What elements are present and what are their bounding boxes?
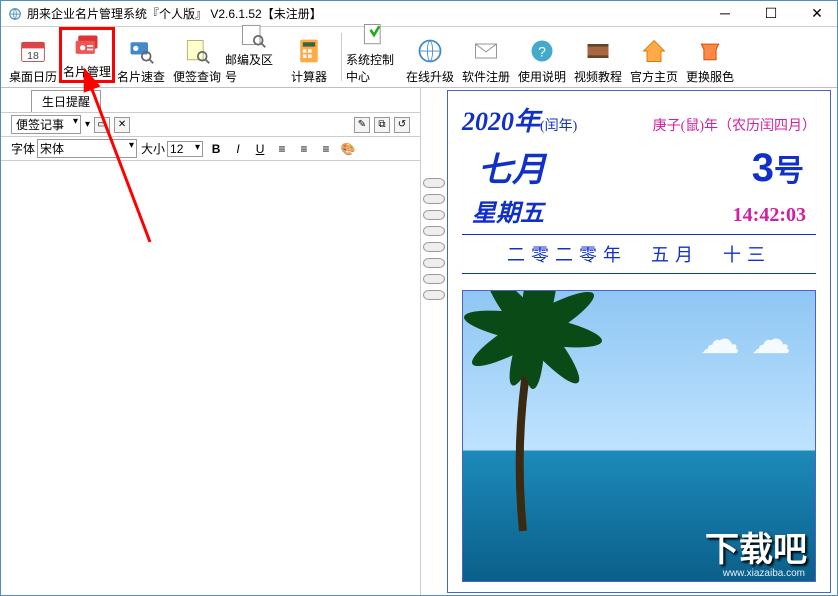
toolbar-label: 名片速查 (117, 68, 165, 85)
color-button[interactable]: 🎨 (339, 140, 357, 158)
toolbar-label: 桌面日历 (9, 68, 57, 85)
calendar-day: 3号 (752, 146, 804, 191)
tab-birthday[interactable]: 生日提醒 (31, 90, 101, 112)
notes-toolbar: 便签记事 ▾ ▭ ✕ ✎ ⧉ ↺ (1, 112, 420, 136)
toolbar-postcode[interactable]: 邮编及区号 (225, 29, 281, 85)
titlebar: 朋来企业名片管理系统『个人版』 V2.6.1.52【未注册】 ─ ☐ ✕ (1, 1, 837, 27)
home-icon (639, 36, 669, 66)
dropdown-icon[interactable]: ▾ (85, 119, 90, 130)
toolbar-calculator[interactable]: 计算器 (281, 29, 337, 85)
palm-tree-icon (462, 290, 633, 551)
left-panel: 生日提醒 便签记事 ▾ ▭ ✕ ✎ ⧉ ↺ 字体 宋体 大小 12 (1, 88, 421, 595)
toolbar-label: 邮编及区号 (225, 51, 281, 85)
notes-combo[interactable]: 便签记事 (11, 115, 81, 134)
toolbar-home[interactable]: 官方主页 (626, 29, 682, 85)
size-select[interactable]: 12 (167, 141, 203, 157)
watermark-url: www.xiazaiba.com (723, 568, 805, 579)
calendar-ganzhi: 庚子(鼠)年（农历闰四月） (653, 115, 816, 135)
theme-icon (695, 36, 725, 66)
toolbar-label: 官方主页 (630, 68, 678, 85)
align-left-button[interactable]: ≡ (273, 140, 291, 158)
copy-icon[interactable]: ⧉ (374, 117, 390, 133)
toolbar-register[interactable]: 软件注册 (458, 29, 514, 85)
year-note: (闰年) (540, 119, 577, 134)
svg-text:?: ? (538, 43, 546, 59)
toolbar-help[interactable]: ? 使用说明 (514, 29, 570, 85)
toolbar-label: 在线升级 (406, 68, 454, 85)
year-value: 2020年 (462, 107, 540, 136)
toolbar-label: 名片管理 (63, 63, 111, 80)
calendar-icon: 18 (18, 36, 48, 66)
toolbar-calendar[interactable]: 18 桌面日历 (5, 29, 61, 85)
editor-toolbar: 字体 宋体 大小 12 B I U ≡ ≡ ≡ 🎨 (1, 136, 420, 160)
bold-button[interactable]: B (207, 140, 225, 158)
toolbar-label: 便签查询 (173, 68, 221, 85)
calendar-lunar: 二零二零年 五月 十三 (462, 241, 816, 267)
toolbar-upgrade[interactable]: 在线升级 (402, 29, 458, 85)
calendar-page: 2020年(闰年) 庚子(鼠)年（农历闰四月） 七月 3号 星期五 14:42:… (447, 90, 831, 593)
minimize-button[interactable]: ─ (711, 5, 739, 22)
calendar-time: 14:42:03 (733, 204, 806, 227)
upgrade-icon (415, 36, 445, 66)
toolbar-card-manage[interactable]: 名片管理 (59, 27, 115, 83)
calendar-weekday: 星期五 (472, 193, 544, 228)
control-center-icon (359, 21, 389, 49)
refresh-icon[interactable]: ↺ (394, 117, 410, 133)
toolbar-label: 计算器 (291, 68, 327, 85)
postcode-icon (238, 21, 268, 49)
maximize-button[interactable]: ☐ (757, 5, 785, 22)
close-button[interactable]: ✕ (803, 5, 831, 22)
app-icon (7, 6, 23, 22)
register-icon (471, 36, 501, 66)
calendar-year: 2020年(闰年) (462, 101, 577, 138)
calendar-month: 七月 (478, 142, 546, 191)
calendar-photo: ☁ ☁ 下载吧 www.xiazaiba.com (462, 290, 816, 582)
video-icon (583, 36, 613, 66)
toolbar-label: 使用说明 (518, 68, 566, 85)
size-label: 大小 (141, 140, 165, 157)
day-suffix: 号 (774, 155, 804, 188)
align-center-button[interactable]: ≡ (295, 140, 313, 158)
toolbar-control-center[interactable]: 系统控制中心 (346, 29, 402, 85)
editor-area[interactable] (1, 160, 420, 595)
edit-icon[interactable]: ✎ (354, 117, 370, 133)
calculator-icon (294, 36, 324, 66)
note-search-icon (182, 36, 212, 66)
underline-button[interactable]: U (251, 140, 269, 158)
italic-button[interactable]: I (229, 140, 247, 158)
window-title: 朋来企业名片管理系统『个人版』 V2.6.1.52【未注册】 (27, 5, 711, 22)
toolbar-note-search[interactable]: 便签查询 (169, 29, 225, 85)
toolbar-label: 更换服色 (686, 68, 734, 85)
toolbar-card-search[interactable]: 名片速查 (113, 29, 169, 85)
toolbar-label: 视频教程 (574, 68, 622, 85)
toolbar-video[interactable]: 视频教程 (570, 29, 626, 85)
notebook-binding (421, 88, 447, 595)
font-select[interactable]: 宋体 (37, 139, 137, 158)
card-manage-icon (72, 31, 102, 61)
card-search-icon (126, 36, 156, 66)
font-label: 字体 (11, 140, 35, 157)
delete-note-button[interactable]: ✕ (114, 117, 130, 133)
toolbar-label: 系统控制中心 (346, 51, 402, 85)
watermark-text: 下载吧 (705, 522, 807, 571)
main-toolbar: 18 桌面日历名片管理名片速查便签查询邮编及区号计算器 系统控制中心在线升级软件注册… (1, 27, 837, 88)
toolbar-theme[interactable]: 更换服色 (682, 29, 738, 85)
toolbar-label: 软件注册 (462, 68, 510, 85)
help-icon: ? (527, 36, 557, 66)
cloud-icon: ☁ ☁ (700, 317, 791, 363)
align-right-button[interactable]: ≡ (317, 140, 335, 158)
svg-text:18: 18 (27, 50, 39, 62)
day-number: 3 (752, 146, 774, 190)
new-note-button[interactable]: ▭ (94, 117, 110, 133)
